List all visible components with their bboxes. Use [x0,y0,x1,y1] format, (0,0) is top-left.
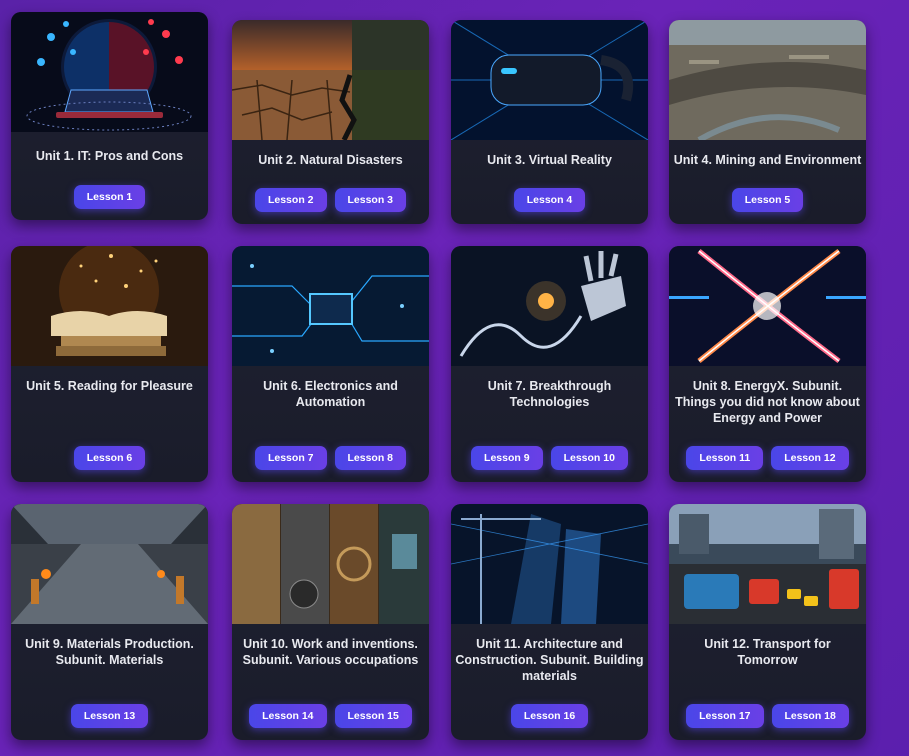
lesson-buttons: Lesson 9 Lesson 10 [451,446,648,470]
unit-title: Unit 11. Architecture and Construction. … [455,637,644,683]
lesson-button[interactable]: Lesson 3 [334,188,407,212]
lesson-buttons: Lesson 1 [11,185,208,209]
lesson-button[interactable]: Lesson 7 [254,446,327,470]
unit-card-11: Unit 11. Architecture and Construction. … [451,504,648,740]
lesson-button[interactable]: Lesson 1 [73,185,146,209]
cracked-earth-image [232,20,429,140]
lesson-buttons: Lesson 6 [11,446,208,470]
lesson-button[interactable]: Lesson 9 [471,446,543,470]
lesson-buttons: Lesson 4 [451,188,648,212]
unit-card-12: Unit 12. Transport for Tomorrow Lesson 17… [669,504,866,740]
unit-card-8: Unit 8. EnergyX. Subunit. Things you did… [669,246,866,482]
energy-x-image [669,246,866,366]
unit-title: Unit 3. Virtual Reality [487,153,612,167]
lesson-button[interactable]: Lesson 4 [513,188,586,212]
lesson-buttons: Lesson 5 [669,188,866,212]
unit-card-2: Unit 2. Natural Disasters Lesson 2 Lesson … [232,20,429,224]
unit-card-3: Unit 3. Virtual Reality Lesson 4 [451,20,648,224]
lesson-button[interactable]: Lesson 14 [249,704,327,728]
lesson-button[interactable]: Lesson 10 [550,446,628,470]
lesson-button[interactable]: Lesson 6 [73,446,146,470]
lesson-buttons: Lesson 2 Lesson 3 [232,188,429,212]
factory-image [11,504,208,624]
lesson-buttons: Lesson 14 Lesson 15 [232,704,429,728]
lesson-button[interactable]: Lesson 8 [334,446,407,470]
lesson-buttons: Lesson 16 [451,704,648,728]
lesson-buttons: Lesson 11 Lesson 12 [669,446,866,470]
lesson-buttons: Lesson 13 [11,704,208,728]
unit-title: Unit 8. EnergyX. Subunit. Things you did… [675,379,860,425]
unit-card-4: Unit 4. Mining and Environment Lesson 5 [669,20,866,224]
unit-title: Unit 4. Mining and Environment [673,153,862,167]
lesson-buttons: Lesson 17 Lesson 18 [669,704,866,728]
unit-title: Unit 7. Breakthrough Technologies [487,379,612,409]
unit-card-6: Unit 6. Electronics and Automation Lesson… [232,246,429,482]
lesson-button[interactable]: Lesson 11 [686,446,764,470]
unit-title: Unit 2. Natural Disasters [258,153,403,167]
lesson-button[interactable]: Lesson 5 [731,188,804,212]
unit-title: Unit 12. Transport for Tomorrow [704,637,831,667]
unit-card-1: Unit 1. IT: Pros and Cons Lesson 1 [11,12,208,220]
lesson-button[interactable]: Lesson 2 [254,188,327,212]
unit-title: Unit 1. IT: Pros and Cons [35,149,184,163]
open-pit-mine-image [669,20,866,140]
unit-card-5: Unit 5. Reading for Pleasure Lesson 6 [11,246,208,482]
city-traffic-image [669,504,866,624]
lesson-button[interactable]: Lesson 16 [510,704,589,728]
lesson-button[interactable]: Lesson 13 [70,704,149,728]
laptop-network-image [11,12,208,132]
vr-headset-image [451,20,648,140]
lesson-button[interactable]: Lesson 18 [771,704,849,728]
unit-card-10: Unit 10. Work and inventions. Subunit. V… [232,504,429,740]
unit-title: Unit 6. Electronics and Automation [263,379,398,409]
circuit-board-image [232,246,429,366]
unit-card-9: Unit 9. Materials Production. Subunit. M… [11,504,208,740]
unit-title: Unit 5. Reading for Pleasure [26,379,193,393]
inventions-collage-image [232,504,429,624]
robot-hand-dna-image [451,246,648,366]
open-book-image [11,246,208,366]
unit-title: Unit 9. Materials Production. Subunit. M… [25,637,194,667]
lesson-button[interactable]: Lesson 17 [686,704,764,728]
unit-card-7: Unit 7. Breakthrough Technologies Lesson … [451,246,648,482]
lesson-buttons: Lesson 7 Lesson 8 [232,446,429,470]
skyscraper-construction-image [451,504,648,624]
unit-title: Unit 10. Work and inventions. Subunit. V… [242,637,419,667]
lesson-button[interactable]: Lesson 12 [771,446,849,470]
lesson-button[interactable]: Lesson 15 [334,704,412,728]
